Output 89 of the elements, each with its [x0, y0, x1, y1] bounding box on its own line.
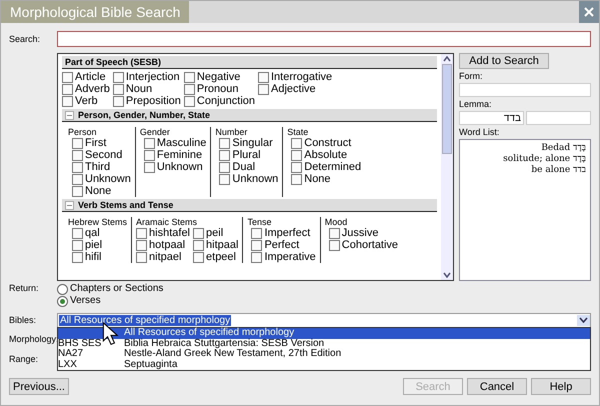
radio-option[interactable]: Chapters or Sections: [57, 283, 164, 295]
dialog-button[interactable]: Help: [531, 378, 591, 395]
column-heading: Mood: [324, 217, 348, 227]
lemma-label: Lemma:: [459, 99, 493, 109]
checkbox-option[interactable]: qal: [72, 227, 128, 239]
checkbox-option[interactable]: Article: [62, 71, 110, 83]
range-label: Range:: [9, 354, 40, 364]
checkbox-option[interactable]: Noun: [112, 83, 181, 95]
checkbox-option[interactable]: Conjunction: [184, 95, 255, 107]
dialog-button[interactable]: Previous...: [9, 378, 69, 395]
column-heading: Tense: [247, 217, 272, 227]
checkbox-option[interactable]: hishtafel: [136, 227, 190, 239]
caret-icon[interactable]: [579, 317, 588, 323]
lemma-field[interactable]: [526, 111, 591, 125]
checkbox-option[interactable]: Unknown: [144, 161, 206, 173]
collapse-icon[interactable]: [65, 110, 74, 120]
checkbox-option[interactable]: etpeel: [193, 251, 238, 263]
column-heading: Number: [215, 127, 248, 137]
checkbox-option[interactable]: Third: [72, 161, 131, 173]
close-button[interactable]: [579, 1, 599, 23]
checkbox-option[interactable]: Interrogative: [258, 71, 332, 83]
add-to-search-button[interactable]: Add to Search: [459, 53, 549, 69]
scroll-down-icon[interactable]: [443, 272, 451, 278]
dropdown-option[interactable]: BHS SES Biblia Hebraica Stuttgartensia: SESB Version: [58, 338, 590, 349]
return-label: Return:: [9, 283, 40, 293]
checkbox-option[interactable]: Construct: [291, 137, 362, 149]
checkbox-option[interactable]: Adjective: [258, 83, 332, 95]
checkbox-option[interactable]: Perfect: [251, 239, 316, 251]
scroll-thumb[interactable]: [442, 64, 452, 154]
checkbox-option[interactable]: Singular: [219, 137, 278, 149]
section-header[interactable]: Person, Gender, Number, State: [62, 109, 437, 122]
collapse-icon[interactable]: [65, 200, 74, 210]
checkbox-option[interactable]: peil: [193, 227, 238, 239]
checkbox-option[interactable]: Adverb: [62, 83, 110, 95]
column-heading: Gender: [140, 127, 171, 137]
close-icon: [584, 7, 594, 17]
search-field[interactable]: [57, 31, 591, 47]
checkbox-option[interactable]: Verb: [62, 95, 110, 107]
checkbox-option[interactable]: Jussive: [328, 227, 398, 239]
checkbox-option[interactable]: Second: [72, 149, 131, 161]
checkbox-option[interactable]: Determined: [291, 161, 362, 173]
section-header[interactable]: Part of Speech (SESB): [62, 56, 437, 69]
checkbox-option[interactable]: Imperative: [251, 251, 316, 263]
checkbox-option[interactable]: Plural: [219, 149, 278, 161]
scroll-up-icon[interactable]: [443, 56, 451, 62]
form-label: Form:: [459, 71, 484, 81]
checkbox-option[interactable]: hotpaal: [136, 239, 190, 251]
checkbox-option[interactable]: Dual: [219, 161, 278, 173]
dialog-button[interactable]: Cancel: [467, 378, 527, 395]
word-list[interactable]: בָּדָד Bedad בָּדָד solitude; alone בדד be alone: [459, 139, 591, 281]
checkbox-option[interactable]: Unknown: [219, 173, 278, 185]
checkbox-option[interactable]: Masculine: [144, 137, 206, 149]
checkbox-option[interactable]: None: [72, 185, 131, 197]
checkbox-option[interactable]: piel: [72, 239, 128, 251]
bibles-label: Bibles:: [9, 315, 38, 325]
column-heading: Hebrew Stems: [68, 217, 128, 227]
checkbox-option[interactable]: Unknown: [72, 173, 131, 185]
checkbox-option[interactable]: Negative: [184, 71, 255, 83]
search-label: Search:: [9, 34, 42, 44]
checkbox-option[interactable]: nitpael: [136, 251, 190, 263]
word-list-item[interactable]: בדד be alone: [531, 164, 586, 175]
checkbox-option[interactable]: Pronoun: [184, 83, 255, 95]
radio-option[interactable]: Verses: [57, 295, 164, 307]
checkbox-option[interactable]: Absolute: [291, 149, 362, 161]
checkbox-option[interactable]: hitpaal: [193, 239, 238, 251]
checkbox-option[interactable]: None: [291, 173, 362, 185]
dropdown-option[interactable]: NA27 Nestle-Aland Greek New Testament, 27th Edition: [58, 349, 590, 360]
checkbox-option[interactable]: Feminine: [144, 149, 206, 161]
section-header[interactable]: Verb Stems and Tense: [62, 199, 437, 212]
lemma-field[interactable]: בדד: [459, 111, 524, 125]
word-list-item[interactable]: בָּדָד solitude; alone: [503, 153, 586, 164]
bibles-dropdown[interactable]: All Resources of specified morphology: [57, 312, 591, 328]
morphology-label: Morphology:: [9, 334, 57, 344]
scrollbar[interactable]: [441, 54, 453, 280]
checkbox-option[interactable]: Imperfect: [251, 227, 316, 239]
dropdown-option[interactable]: LXX Septuaginta: [58, 360, 590, 370]
word-list-item[interactable]: בָּדָד Bedad: [541, 142, 586, 153]
checkbox-option[interactable]: Preposition: [112, 95, 181, 107]
form-field[interactable]: [459, 83, 591, 97]
checkbox-option[interactable]: First: [72, 137, 131, 149]
column-heading: Person: [68, 127, 98, 137]
checkbox-option[interactable]: Interjection: [112, 71, 181, 83]
column-heading: State: [287, 127, 310, 137]
word-list-label: Word List:: [459, 127, 500, 137]
checkbox-option[interactable]: hifil: [72, 251, 128, 263]
dropdown-option[interactable]: All Resources of specified morphology: [58, 328, 590, 338]
window-title: Morphological Bible Search: [1, 1, 190, 23]
checkbox-option[interactable]: Cohortative: [328, 239, 398, 251]
column-heading: Aramaic Stems: [136, 217, 198, 227]
